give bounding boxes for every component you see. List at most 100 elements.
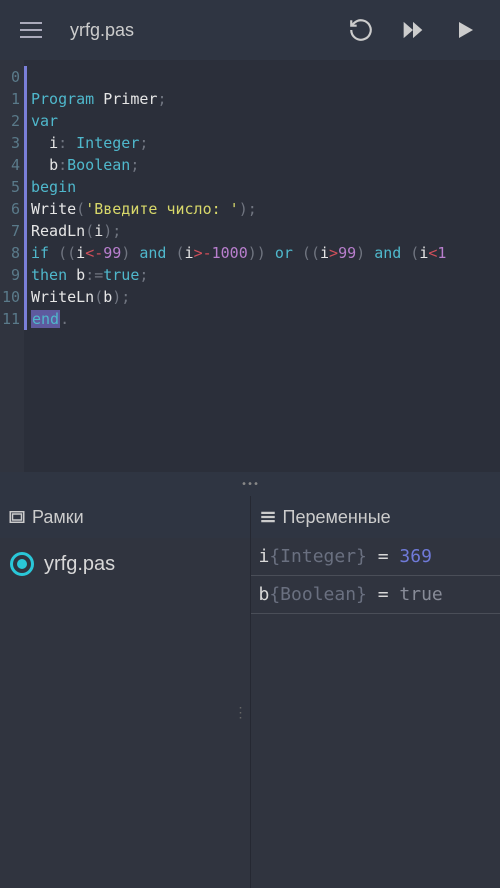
frame-item[interactable]: yrfg.pas <box>0 546 250 582</box>
line-number: 11 <box>0 308 20 330</box>
number: 1 <box>437 244 446 262</box>
line-number: 3 <box>0 132 20 154</box>
list-icon <box>259 508 277 526</box>
punct: (( <box>49 244 76 262</box>
punct: (( <box>293 244 320 262</box>
punct: )) <box>248 244 275 262</box>
keyword: begin <box>31 178 76 196</box>
menu-icon[interactable] <box>12 10 52 50</box>
number: 99 <box>103 244 121 262</box>
var-type: {Boolean} <box>269 584 367 605</box>
var-name: b <box>259 584 270 605</box>
keyword: Program <box>31 90 94 108</box>
punct: ; <box>130 156 139 174</box>
operator: >- <box>194 244 212 262</box>
frames-body: yrfg.pas ⋮ <box>0 538 250 888</box>
radio-selected-icon <box>10 552 34 576</box>
punct: ); <box>103 222 121 240</box>
punct: ) <box>121 244 139 262</box>
debug-panels: Рамки yrfg.pas ⋮ Переменные i{Integer} =… <box>0 496 500 888</box>
variables-title: Переменные <box>283 507 391 528</box>
variables-header: Переменные <box>251 496 500 538</box>
identifier: b <box>49 156 58 174</box>
identifier: i <box>320 244 329 262</box>
punct: ( <box>166 244 184 262</box>
code-area[interactable]: Program Primer; var i: Integer; b:Boolea… <box>27 60 500 472</box>
keyword: and <box>374 244 401 262</box>
line-number: 6 <box>0 198 20 220</box>
line-number: 4 <box>0 154 20 176</box>
run-controls <box>346 15 488 45</box>
punct: ); <box>112 288 130 306</box>
variables-panel: Переменные i{Integer} = 369 b{Boolean} =… <box>251 496 500 888</box>
punct: ; <box>157 90 166 108</box>
splitter-vertical[interactable]: ⋮ <box>232 699 250 727</box>
var-eq: = <box>367 546 400 567</box>
var-type: {Integer} <box>269 546 367 567</box>
type: Boolean <box>67 156 130 174</box>
line-number: 7 <box>0 220 20 242</box>
func: Write <box>31 200 76 218</box>
operator: > <box>329 244 338 262</box>
keyword: var <box>31 112 58 130</box>
line-number: 9 <box>0 264 20 286</box>
reload-icon[interactable] <box>346 15 376 45</box>
keyword-highlighted: end <box>31 310 60 328</box>
play-icon[interactable] <box>450 15 480 45</box>
line-gutter: 0 1 2 3 4 5 6 7 8 9 10 11 <box>0 60 24 472</box>
identifier: b <box>76 266 85 284</box>
func: WriteLn <box>31 288 94 306</box>
splitter-horizontal[interactable]: ••• <box>0 472 500 496</box>
variable-row[interactable]: b{Boolean} = true <box>251 576 500 614</box>
line-number: 1 <box>0 88 20 110</box>
identifier: i <box>49 134 58 152</box>
string: 'Введите число: ' <box>85 200 239 218</box>
punct: . <box>60 310 69 328</box>
frame-label: yrfg.pas <box>44 553 115 576</box>
keyword: or <box>275 244 293 262</box>
identifier: i <box>185 244 194 262</box>
top-toolbar: yrfg.pas <box>0 0 500 60</box>
punct: : <box>58 156 67 174</box>
line-number: 8 <box>0 242 20 264</box>
identifier: i <box>94 222 103 240</box>
fast-forward-icon[interactable] <box>398 15 428 45</box>
line-number: 2 <box>0 110 20 132</box>
punct: ); <box>239 200 257 218</box>
frames-header: Рамки <box>0 496 250 538</box>
frames-title: Рамки <box>32 507 84 528</box>
punct: ( <box>94 288 103 306</box>
line-number: 5 <box>0 176 20 198</box>
punct: ( <box>85 222 94 240</box>
var-value: 369 <box>399 546 432 567</box>
punct: ; <box>139 134 148 152</box>
var-value: true <box>399 584 442 605</box>
frames-panel: Рамки yrfg.pas ⋮ <box>0 496 251 888</box>
code-editor[interactable]: 0 1 2 3 4 5 6 7 8 9 10 11 Program Primer… <box>0 60 500 472</box>
boolean: true <box>103 266 139 284</box>
operator: <- <box>85 244 103 262</box>
number: 99 <box>338 244 356 262</box>
type: Integer <box>76 134 139 152</box>
identifier: i <box>76 244 85 262</box>
identifier: b <box>103 288 112 306</box>
func: ReadLn <box>31 222 85 240</box>
variable-row[interactable]: i{Integer} = 369 <box>251 538 500 576</box>
file-title: yrfg.pas <box>60 20 338 41</box>
punct: ) <box>356 244 374 262</box>
number: 1000 <box>212 244 248 262</box>
punct: ( <box>76 200 85 218</box>
punct: ( <box>401 244 419 262</box>
keyword: then <box>31 266 67 284</box>
line-number: 0 <box>0 66 20 88</box>
identifier: Primer <box>103 90 157 108</box>
punct: := <box>85 266 103 284</box>
var-eq: = <box>367 584 400 605</box>
var-name: i <box>259 546 270 567</box>
punct: : <box>58 134 67 152</box>
frames-icon <box>8 508 26 526</box>
punct: ; <box>139 266 148 284</box>
keyword: and <box>139 244 166 262</box>
keyword: if <box>31 244 49 262</box>
variables-body: i{Integer} = 369 b{Boolean} = true <box>251 538 500 888</box>
